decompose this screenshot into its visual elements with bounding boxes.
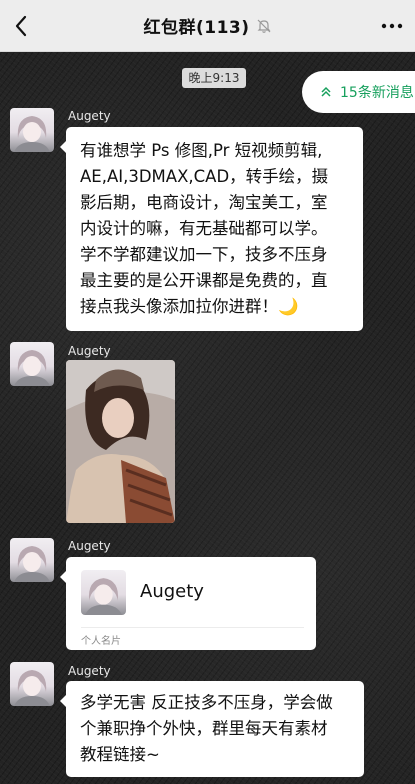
new-messages-button[interactable]: 15条新消息	[302, 71, 415, 113]
sender-name: Augety	[68, 539, 111, 553]
message-line: AE,AI,3DMAX,CAD，转手绘，摄	[80, 167, 329, 186]
message-line: 学不学都建议加一下，技多不压身	[80, 245, 328, 264]
card-avatar	[81, 570, 126, 615]
chat-header: 红包群(113)	[0, 0, 415, 52]
sender-name: Augety	[68, 664, 111, 678]
chat-title: 红包群(113)	[143, 18, 250, 38]
message-line: 多学无害 反正技多不压身，学会做	[80, 693, 333, 712]
message-bubble[interactable]: 有谁想学 Ps 修图,Pr 短视频剪辑, AE,AI,3DMAX,CAD，转手绘…	[60, 127, 363, 331]
card-type-label: 个人名片	[81, 636, 121, 647]
message-line: 最主要的是公开课都是免费的，直	[80, 271, 328, 290]
bell-muted-icon	[256, 18, 272, 34]
more-icon[interactable]	[379, 14, 405, 38]
card-divider	[81, 627, 304, 628]
chevron-left-icon[interactable]	[8, 12, 36, 40]
sender-name: Augety	[68, 109, 111, 123]
message-bubble[interactable]: 多学无害 反正技多不压身，学会做 个兼职挣个外快，群里每天有素材 教程链接~	[60, 681, 364, 777]
image-message[interactable]	[66, 360, 175, 523]
message-line: 教程链接~	[80, 745, 160, 764]
contact-card[interactable]: Augety 个人名片	[60, 557, 316, 650]
avatar[interactable]	[10, 538, 54, 582]
message-line: 接点我头像添加拉你进群！🌙	[80, 297, 299, 316]
new-messages-label: 15条新消息	[340, 85, 414, 101]
avatar[interactable]	[10, 662, 54, 706]
double-chevron-up-icon	[320, 86, 332, 98]
message-line: 影后期，电商设计，淘宝美工，室	[80, 193, 328, 212]
message-line: 内设计的嘛，有无基础都可以学。	[80, 219, 328, 238]
avatar[interactable]	[10, 108, 54, 152]
avatar[interactable]	[10, 342, 54, 386]
card-name: Augety	[140, 581, 204, 602]
message-line: 有谁想学 Ps 修图,Pr 短视频剪辑,	[80, 141, 323, 160]
timestamp: 晚上9:13	[182, 68, 246, 88]
message-line: 个兼职挣个外快，群里每天有素材	[80, 719, 328, 738]
sender-name: Augety	[68, 344, 111, 358]
